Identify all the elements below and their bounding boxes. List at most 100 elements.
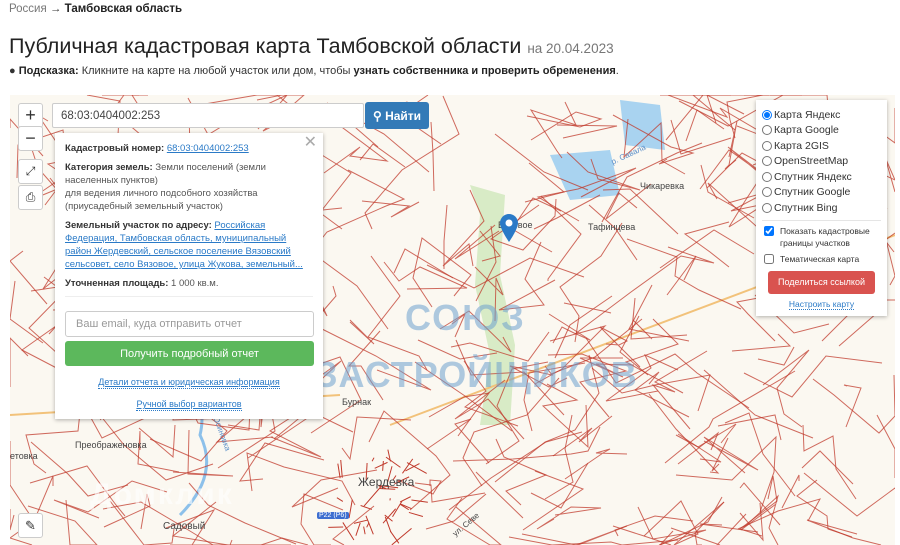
breadcrumb-russia[interactable]: Россия — [9, 3, 47, 15]
report-details-link[interactable]: Детали отчета и юридическая информация — [98, 377, 280, 389]
layer-option[interactable]: Карта Яндекс — [762, 107, 881, 123]
map-shape — [363, 526, 366, 535]
map-shape — [359, 143, 406, 168]
layer-radio[interactable] — [762, 202, 772, 213]
map-shape — [341, 416, 412, 461]
manual-selection-link[interactable]: Ручной выбор вариантов — [136, 399, 242, 411]
map-shape — [361, 200, 420, 218]
map-shape — [385, 456, 401, 468]
layer-label: Спутник Google — [774, 186, 851, 199]
layer-radio[interactable] — [762, 187, 772, 198]
map-shape — [700, 164, 755, 219]
map-shape — [757, 346, 795, 366]
map-shape — [781, 474, 800, 509]
map-shape — [544, 414, 574, 500]
page-title: Публичная кадастровая карта Тамбовской о… — [9, 34, 614, 59]
map-shape — [801, 450, 854, 485]
map-shape — [342, 522, 355, 541]
map-shape — [382, 508, 397, 524]
map-shape — [443, 204, 448, 269]
map-shape — [563, 302, 612, 314]
hint-text: Кликните на карте на любой участок или д… — [81, 65, 351, 77]
breadcrumb-arrow: → — [49, 3, 62, 15]
watermark-domclick: Домклик — [90, 478, 234, 511]
map-shape — [724, 120, 738, 170]
map-shape — [703, 436, 759, 474]
cadastral-map[interactable]: СОЮЗ ЗАСТРОЙЩИКОВ Домклик Вязовое Тафинц… — [10, 95, 895, 545]
layer-radio[interactable] — [762, 125, 772, 136]
thematic-input[interactable] — [764, 253, 774, 264]
map-shape — [348, 499, 353, 519]
map-shape — [10, 337, 29, 387]
land-use: для ведения личного подсобного хозяйства… — [65, 188, 258, 212]
map-shape — [340, 459, 343, 478]
cad-number-link[interactable]: 68:03:0404002:253 — [167, 143, 249, 154]
zoom-in-button[interactable]: + — [18, 103, 43, 128]
map-shape — [246, 452, 356, 506]
layer-option[interactable]: Спутник Google — [762, 185, 881, 201]
map-shape — [731, 333, 792, 352]
layer-radio[interactable] — [762, 140, 772, 151]
layer-option[interactable]: Спутник Bing — [762, 200, 881, 216]
hint-label: Подсказка: — [18, 65, 79, 77]
layer-label: Спутник Bing — [774, 201, 838, 214]
map-shape — [425, 493, 487, 530]
cadastral-search-input[interactable] — [52, 103, 364, 128]
share-link-button[interactable]: Поделиться ссылкой — [768, 270, 875, 294]
show-borders-checkbox[interactable]: Показать кадастровые границы участков — [762, 225, 881, 249]
map-shape — [374, 461, 388, 469]
map-shape — [430, 121, 435, 192]
layer-panel: Карта Яндекс Карта Google Карта 2GIS OpenSt… — [756, 100, 887, 316]
hint-end: . — [615, 65, 619, 77]
map-label: етовка — [10, 451, 38, 461]
map-label: Тафинцева — [588, 222, 636, 232]
cad-label: Кадастровый номер: — [65, 143, 165, 154]
layer-radio[interactable] — [762, 109, 772, 120]
page: Россия → Тамбовская область Публичная ка… — [0, 0, 900, 545]
show-borders-input[interactable] — [764, 225, 774, 236]
map-shape — [10, 509, 15, 531]
layer-radio[interactable] — [762, 171, 772, 182]
watermark-zastroyshikov: ЗАСТРОЙЩИКОВ — [315, 354, 638, 395]
layer-radio[interactable] — [762, 156, 772, 167]
layer-option[interactable]: Спутник Яндекс — [762, 169, 881, 185]
map-shape — [337, 463, 341, 479]
print-icon[interactable]: ⎙ — [18, 185, 43, 210]
email-input[interactable] — [65, 311, 314, 337]
get-report-button[interactable]: Получить подробный отчет — [65, 341, 314, 366]
map-shape — [382, 460, 384, 471]
layer-option[interactable]: OpenStreetMap — [762, 154, 881, 170]
map-shape — [876, 414, 895, 478]
map-label: Чикаревка — [640, 181, 685, 191]
map-shape — [556, 124, 618, 139]
configure-map-link[interactable]: Настроить карту — [788, 299, 855, 310]
layer-option[interactable]: Карта Google — [762, 123, 881, 139]
parcel-popup: ✕ Кадастровый номер: 68:03:0404002:253 К… — [55, 133, 323, 419]
map-shape — [355, 522, 361, 536]
map-shape — [559, 222, 623, 343]
map-shape — [389, 530, 400, 544]
layer-label: Спутник Яндекс — [774, 170, 852, 183]
thematic-checkbox[interactable]: Тематическая карта — [762, 253, 881, 265]
area-value: 1 000 кв.м. — [171, 278, 219, 289]
map-shape — [677, 433, 722, 463]
divider — [762, 219, 881, 221]
hint-bold: узнать собственника и проверить обремене… — [353, 65, 616, 77]
find-label: Найти — [385, 108, 422, 123]
ruler-icon[interactable]: ✎ — [18, 513, 43, 538]
fullscreen-icon[interactable]: ⤢ — [18, 159, 43, 184]
category-label: Категория земель: — [65, 162, 153, 173]
show-borders-label: Показать кадастровые границы участков — [780, 225, 870, 248]
map-shape — [739, 502, 764, 542]
map-label: Жердевка — [358, 475, 415, 489]
layer-option[interactable]: Карта 2GIS — [762, 138, 881, 154]
map-shape — [724, 412, 796, 497]
find-button[interactable]: ⚲ Найти — [365, 102, 429, 129]
map-label: Бурнак — [342, 397, 372, 407]
area-label: Уточненная площадь: — [65, 278, 169, 289]
close-icon[interactable]: ✕ — [304, 135, 317, 151]
map-shape — [10, 250, 48, 305]
map-shape — [552, 415, 613, 457]
map-shape — [371, 457, 375, 462]
zoom-out-button[interactable]: − — [18, 126, 43, 151]
